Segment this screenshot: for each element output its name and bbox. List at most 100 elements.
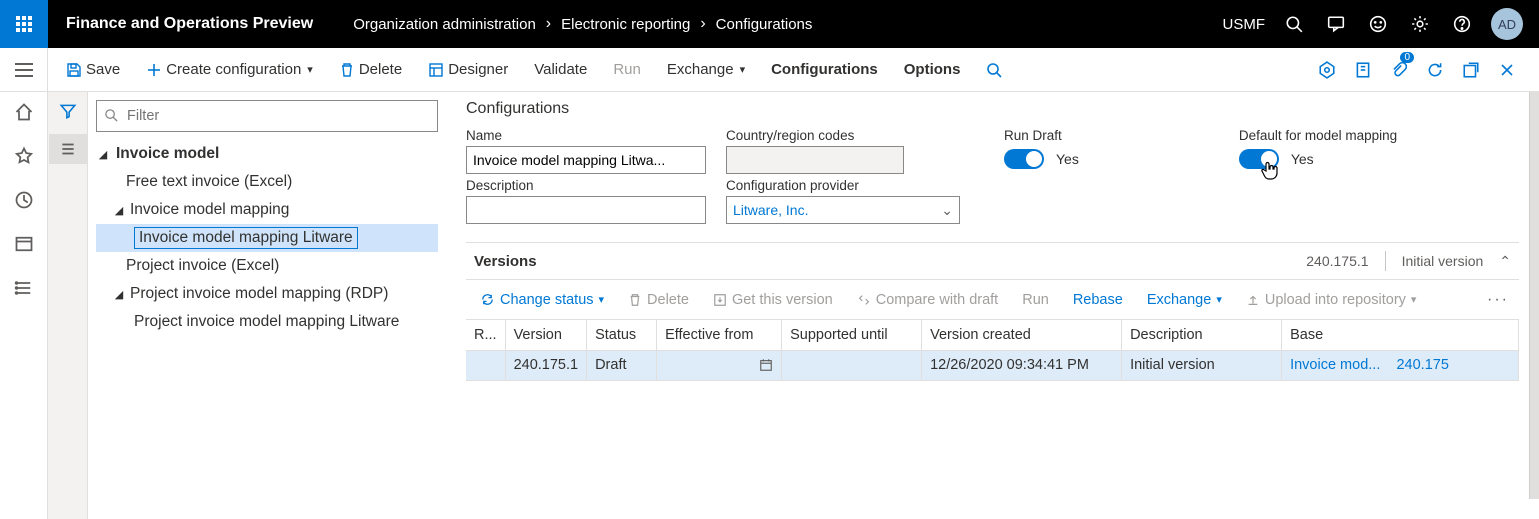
validate-button[interactable]: Validate — [524, 48, 597, 92]
versions-header[interactable]: Versions 240.175.1 Initial version ⌃ — [466, 242, 1519, 280]
feedback-button[interactable] — [1357, 0, 1399, 48]
tree-node[interactable]: Project invoice (Excel) — [96, 252, 438, 280]
col-description[interactable]: Description — [1122, 320, 1282, 350]
versions-summary-version: 240.175.1 — [1306, 253, 1368, 269]
change-status-button[interactable]: Change status ▾ — [470, 292, 614, 308]
tree-label: Free text invoice (Excel) — [126, 173, 292, 191]
col-r[interactable]: R... — [466, 320, 505, 350]
search-button[interactable] — [1273, 0, 1315, 48]
cell-effective[interactable] — [657, 350, 782, 380]
grid-row[interactable]: 240.175.1 Draft 12/26/2020 09:34:41 PM I… — [466, 350, 1519, 380]
create-configuration-button[interactable]: Create configuration ▾ — [136, 48, 323, 92]
workspaces-icon[interactable] — [14, 234, 34, 254]
form-row: Name Country/region codes Run Draft Yes … — [466, 128, 1519, 174]
tree-panel: ▢? Invoice model ◢ Invoice model Free te… — [88, 92, 446, 519]
filter-icon[interactable] — [59, 102, 77, 120]
col-created[interactable]: Version created — [922, 320, 1122, 350]
options-label: Options — [904, 61, 961, 78]
more-commands-button[interactable]: ··· — [1481, 291, 1515, 309]
version-exchange-button[interactable]: Exchange ▾ — [1137, 292, 1232, 308]
cell-version: 240.175.1 — [505, 350, 587, 380]
tree-node[interactable]: ◢ Project invoice model mapping (RDP) — [96, 280, 438, 308]
run-draft-field: Run Draft Yes — [1004, 128, 1079, 174]
attachments-count-button[interactable]: 0 — [1381, 48, 1417, 92]
attachments-button[interactable] — [1309, 48, 1345, 92]
default-mapping-label: Default for model mapping — [1239, 128, 1397, 143]
options-menu[interactable]: Options — [894, 48, 971, 92]
chat-button[interactable] — [1315, 0, 1357, 48]
configurations-menu[interactable]: Configurations — [761, 48, 888, 92]
run-draft-toggle[interactable] — [1004, 149, 1044, 169]
favorites-icon[interactable] — [14, 146, 34, 166]
default-mapping-toggle[interactable] — [1239, 149, 1279, 169]
delete-button[interactable]: Delete — [329, 48, 412, 92]
refresh-button[interactable] — [1417, 48, 1453, 92]
col-base[interactable]: Base — [1282, 320, 1519, 350]
name-input[interactable] — [466, 146, 706, 174]
close-button[interactable] — [1489, 48, 1525, 92]
list-view-icon[interactable] — [49, 134, 87, 164]
col-status[interactable]: Status — [587, 320, 657, 350]
configurations-label: Configurations — [771, 61, 878, 78]
recent-icon[interactable] — [14, 190, 34, 210]
calendar-icon[interactable] — [759, 358, 773, 372]
help-button[interactable] — [1441, 0, 1483, 48]
caret-down-icon[interactable]: ◢ — [112, 288, 126, 301]
get-version-label: Get this version — [732, 292, 833, 308]
user-avatar[interactable]: AD — [1491, 8, 1523, 40]
search-icon — [104, 108, 119, 123]
nav-toggle-button[interactable] — [0, 48, 48, 91]
versions-command-bar: Change status ▾ Delete Get this version … — [466, 280, 1519, 320]
cell-base: Invoice mod... 240.175 — [1282, 350, 1519, 380]
tree-label: Project invoice model mapping (RDP) — [130, 285, 388, 303]
provider-select[interactable]: Litware, Inc. ⌄ — [726, 196, 960, 224]
home-icon[interactable] — [14, 102, 34, 122]
chevron-down-icon: ▾ — [740, 63, 746, 76]
breadcrumb-item[interactable]: Configurations — [716, 16, 813, 33]
caret-down-icon[interactable]: ◢ — [96, 148, 110, 161]
tree-node-selected[interactable]: Invoice model mapping Litware — [96, 224, 438, 252]
scrollbar[interactable] — [1529, 92, 1539, 499]
cycle-icon — [480, 292, 495, 307]
open-in-office-button[interactable] — [1345, 48, 1381, 92]
rebase-button[interactable]: Rebase — [1063, 292, 1133, 308]
designer-button[interactable]: Designer — [418, 48, 518, 92]
col-supported[interactable]: Supported until — [782, 320, 922, 350]
breadcrumb-item[interactable]: Electronic reporting — [561, 16, 690, 33]
description-input[interactable] — [466, 196, 706, 224]
col-version[interactable]: Version — [505, 320, 587, 350]
app-launcher-button[interactable] — [0, 0, 48, 48]
chevron-right-icon: › — [546, 15, 551, 33]
change-status-label: Change status — [500, 292, 594, 308]
tree-node[interactable]: Project invoice model mapping Litware — [96, 308, 438, 336]
version-delete-button: Delete — [618, 292, 699, 308]
chevron-right-icon: › — [700, 15, 705, 33]
versions-grid: R... Version Status Effective from Suppo… — [466, 320, 1519, 381]
breadcrumb-item[interactable]: Organization administration — [353, 16, 536, 33]
filter-input[interactable] — [96, 100, 438, 132]
tree-node[interactable]: Free text invoice (Excel) — [96, 168, 438, 196]
search-icon — [986, 62, 1002, 78]
caret-down-icon[interactable]: ◢ — [112, 204, 126, 217]
name-label: Name — [466, 128, 706, 143]
col-effective[interactable]: Effective from — [657, 320, 782, 350]
search-commands-button[interactable] — [976, 48, 1012, 92]
upload-repo-label: Upload into repository — [1265, 292, 1406, 308]
tree-node[interactable]: ◢ Invoice model mapping — [96, 196, 438, 224]
exchange-button[interactable]: Exchange ▾ — [657, 48, 755, 92]
save-button[interactable]: Save — [56, 48, 130, 92]
chevron-up-icon[interactable]: ⌃ — [1499, 253, 1511, 270]
chevron-down-icon: ▾ — [307, 63, 313, 76]
hamburger-icon — [15, 63, 33, 77]
provider-label: Configuration provider — [726, 178, 960, 193]
versions-summary-desc: Initial version — [1402, 253, 1484, 269]
base-name-link[interactable]: Invoice mod... — [1290, 357, 1380, 373]
chevron-down-icon: ▾ — [1216, 293, 1222, 306]
company-code[interactable]: USMF — [1223, 16, 1266, 33]
modules-icon[interactable] — [14, 278, 34, 298]
popout-button[interactable] — [1453, 48, 1489, 92]
base-version-link[interactable]: 240.175 — [1396, 357, 1448, 373]
tree-label[interactable]: Invoice model — [116, 145, 219, 163]
separator — [1385, 251, 1386, 271]
settings-button[interactable] — [1399, 0, 1441, 48]
